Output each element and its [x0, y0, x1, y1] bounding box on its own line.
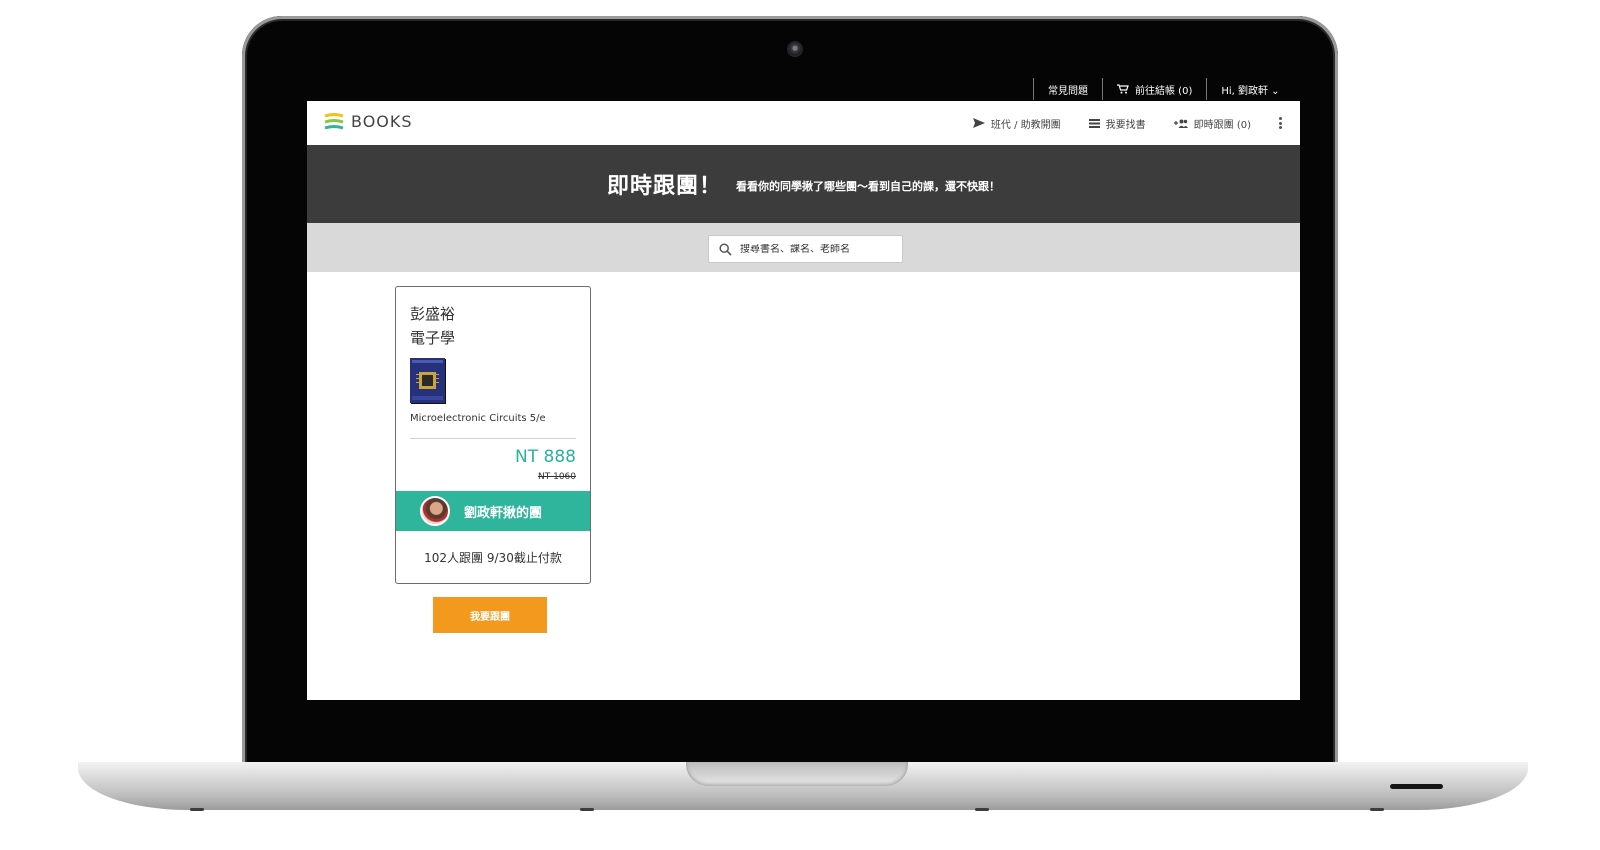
- group-owner-label: 劉政軒揪的團: [464, 505, 543, 521]
- browser-viewport: BOOKS 班代 / 助教開團 我要找書 即時跟團 (0) 即時跟團！ 看看你的…: [307, 101, 1300, 700]
- laptop-notch: [686, 762, 908, 786]
- faq-label: 常見問題: [1048, 85, 1088, 97]
- avatar: [420, 496, 450, 526]
- laptop-foot: [1370, 808, 1384, 811]
- camera-icon: [787, 41, 803, 57]
- laptop-foot: [190, 808, 204, 811]
- more-vert-icon[interactable]: [1279, 117, 1282, 129]
- checkout-label: 前往結帳 (0): [1135, 85, 1193, 97]
- faq-link[interactable]: 常見問題: [1033, 78, 1102, 100]
- list-icon: [1088, 118, 1100, 128]
- send-icon: [972, 118, 985, 128]
- page-title: 即時跟團！: [606, 174, 722, 199]
- laptop-foot: [580, 808, 594, 811]
- search-icon: [719, 242, 732, 256]
- nav-menu: 班代 / 助教開團 我要找書 即時跟團 (0): [945, 101, 1282, 145]
- teacher-name: 彭盛裕: [410, 305, 456, 323]
- group-card[interactable]: 彭盛裕 電子學 Microelectronic Circuits 5/e NT …: [395, 286, 591, 584]
- nav-item-live-group[interactable]: 即時跟團 (0): [1173, 116, 1251, 131]
- nav-label: 班代 / 助教開團: [990, 119, 1061, 131]
- search-input[interactable]: [740, 243, 890, 255]
- book-title: Microelectronic Circuits 5/e: [410, 413, 546, 424]
- search-band: [307, 223, 1300, 272]
- checkout-link[interactable]: 前往結帳 (0): [1102, 78, 1206, 100]
- navbar: BOOKS 班代 / 助教開團 我要找書 即時跟團 (0): [307, 101, 1300, 145]
- nav-label: 我要找書: [1105, 119, 1146, 131]
- user-menu[interactable]: Hi, 劉政軒 ⌄: [1206, 78, 1293, 100]
- join-group-button[interactable]: 我要跟團: [433, 597, 547, 633]
- book-cover-image: [410, 358, 445, 403]
- nav-label: 即時跟團 (0): [1193, 119, 1251, 131]
- nav-item-open-group[interactable]: 班代 / 助教開團: [972, 116, 1061, 131]
- hero-banner: 即時跟團！ 看看你的同學揪了哪些團～看到自己的課，還不快跟！: [307, 145, 1300, 223]
- group-owner-bar: 劉政軒揪的團: [396, 491, 590, 531]
- laptop-foot: [975, 808, 989, 811]
- utility-bar: 常見問題 前往結帳 (0) Hi, 劉政軒 ⌄: [1033, 78, 1294, 100]
- books-logo-icon: [324, 112, 344, 129]
- group-add-icon: [1173, 119, 1188, 128]
- user-label: Hi, 劉政軒 ⌄: [1221, 85, 1280, 97]
- group-status: 102人跟團 9/30截止付款: [424, 551, 562, 565]
- card-divider: [410, 438, 576, 439]
- search-box[interactable]: [708, 235, 903, 263]
- logo-text: BOOKS: [351, 112, 413, 131]
- cart-icon: [1117, 84, 1129, 94]
- logo[interactable]: BOOKS: [324, 112, 413, 131]
- nav-item-find-book[interactable]: 我要找書: [1088, 116, 1146, 131]
- course-name: 電子學: [410, 329, 456, 347]
- original-price: NT 1060: [538, 472, 576, 482]
- page-subtitle: 看看你的同學揪了哪些團～看到自己的課，還不快跟！: [736, 180, 1000, 193]
- group-price: NT 888: [515, 447, 576, 467]
- laptop-slot: [1390, 784, 1443, 789]
